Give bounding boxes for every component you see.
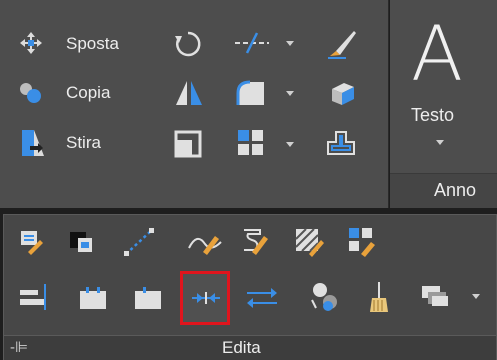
join-icon xyxy=(192,292,220,304)
draw-order-dropdown-caret[interactable] xyxy=(472,294,480,299)
move-icon[interactable] xyxy=(18,30,44,56)
trim-dropdown-caret[interactable] xyxy=(286,41,294,46)
fillet-icon[interactable] xyxy=(234,79,268,107)
reverse-icon[interactable] xyxy=(245,284,279,310)
text-button-label[interactable]: Testo xyxy=(411,105,454,126)
draw-order-icon[interactable] xyxy=(420,282,452,312)
break-icon[interactable] xyxy=(133,283,163,311)
copy-label[interactable]: Copia xyxy=(66,83,110,103)
array-dropdown-caret[interactable] xyxy=(286,142,294,147)
erase-icon[interactable] xyxy=(326,29,358,59)
overkill-icon[interactable] xyxy=(368,280,390,314)
mirror-icon[interactable] xyxy=(174,79,204,107)
fillet-dropdown-caret[interactable] xyxy=(286,91,294,96)
edit-array-icon[interactable] xyxy=(293,226,325,258)
edit-panel-title-bar[interactable]: -⊫ Edita xyxy=(4,335,496,360)
rotate-icon[interactable] xyxy=(173,30,203,58)
stretch-label[interactable]: Stira xyxy=(66,133,101,153)
edit-spline-icon[interactable] xyxy=(187,228,223,256)
edit-spline-curve-icon[interactable] xyxy=(347,226,377,258)
edit-attribute-icon[interactable] xyxy=(18,228,46,256)
annotation-panel-title-bar[interactable]: Anno xyxy=(390,173,497,208)
block-editor-icon[interactable] xyxy=(66,228,96,256)
array-icon[interactable] xyxy=(236,128,266,158)
move-label[interactable]: Sposta xyxy=(66,34,119,54)
break-at-point-icon[interactable] xyxy=(78,283,108,311)
modify-panel: Sposta Copia Stira xyxy=(0,0,389,208)
explode-icon[interactable] xyxy=(326,79,358,107)
annotation-panel-title: Anno xyxy=(434,180,477,200)
stretch-icon[interactable] xyxy=(20,128,46,158)
text-dropdown-caret[interactable] xyxy=(436,140,444,145)
edit-panel-title: Edita xyxy=(222,338,261,357)
change-space-icon[interactable] xyxy=(306,280,340,314)
edit-hatch-icon[interactable] xyxy=(238,226,270,258)
offset-icon[interactable] xyxy=(324,128,358,158)
scale-icon[interactable] xyxy=(174,130,204,158)
edit-polyline-icon[interactable] xyxy=(122,226,156,258)
copy-icon[interactable] xyxy=(18,80,44,106)
text-large-icon[interactable]: A xyxy=(411,16,463,92)
join-button[interactable] xyxy=(180,271,230,325)
trim-icon[interactable] xyxy=(233,31,273,55)
align-icon[interactable] xyxy=(18,282,48,312)
pin-icon[interactable]: -⊫ xyxy=(10,338,28,356)
